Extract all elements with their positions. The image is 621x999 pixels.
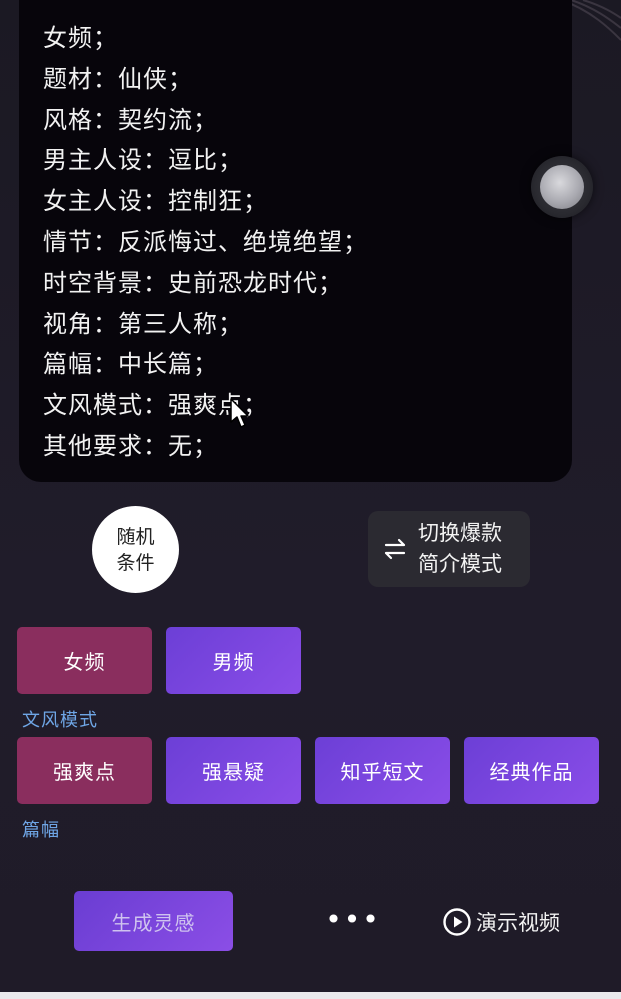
random-button-line1: 随机 xyxy=(116,525,155,548)
prompt-line-male-lead: 男主人设：逗比； xyxy=(43,146,243,175)
prompt-line-style: 风格：契约流； xyxy=(43,105,218,134)
section-label-writing-mode: 文风模式 xyxy=(22,710,98,731)
prompt-line-perspective: 视角：第三人称； xyxy=(43,309,243,338)
tag-strong-suspense-label: 强悬疑 xyxy=(202,760,265,784)
app-screen: 女频； 题材：仙侠； 风格：契约流； 男主人设：逗比； 女主人设：控制狂； 情节… xyxy=(0,0,621,999)
more-options-button[interactable]: ••• xyxy=(325,903,379,936)
tag-strong-suspense[interactable]: 强悬疑 xyxy=(166,737,301,804)
play-circle-icon xyxy=(443,908,471,936)
prompt-line-setting: 时空背景：史前恐龙时代； xyxy=(43,268,343,297)
more-dots-icon: ••• xyxy=(325,902,381,936)
random-button-line2: 条件 xyxy=(116,551,155,574)
tag-strong-thrill[interactable]: 强爽点 xyxy=(17,737,152,804)
tag-female[interactable]: 女频 xyxy=(17,627,152,694)
prompt-line-theme: 题材：仙侠； xyxy=(43,64,193,93)
floating-ball-knob xyxy=(540,165,584,209)
tag-female-label: 女频 xyxy=(63,650,106,674)
swap-arrows-icon xyxy=(384,538,406,560)
prompt-line-female-lead: 女主人设：控制狂； xyxy=(43,187,268,216)
prompt-line-audience: 女频； xyxy=(43,24,118,52)
prompt-line-length: 篇幅：中长篇； xyxy=(43,350,218,379)
switch-mode-button[interactable]: 切换爆款 简介模式 xyxy=(368,511,530,587)
tag-zhihu-short-label: 知乎短文 xyxy=(340,760,425,784)
switch-button-line2: 简介模式 xyxy=(418,552,502,576)
prompt-line-plot: 情节：反派悔过、绝境绝望； xyxy=(43,227,368,256)
tag-strong-thrill-label: 强爽点 xyxy=(53,760,116,784)
prompt-line-writing-mode: 文风模式：强爽点； xyxy=(43,391,268,420)
mouse-cursor-icon xyxy=(230,398,249,428)
tag-male-label: 男频 xyxy=(212,650,255,674)
bottom-edge-bar xyxy=(0,992,621,999)
switch-button-line1: 切换爆款 xyxy=(418,521,502,545)
section-label-length: 篇幅 xyxy=(22,820,60,841)
tag-male[interactable]: 男频 xyxy=(166,627,301,694)
random-conditions-button[interactable]: 随机 条件 xyxy=(92,506,179,593)
floating-assistive-button[interactable] xyxy=(531,156,593,218)
prompt-line-other: 其他要求：无； xyxy=(43,431,218,460)
demo-video-label: 演示视频 xyxy=(476,911,560,935)
generate-inspiration-button[interactable]: 生成灵感 xyxy=(74,891,233,951)
tag-classic-works[interactable]: 经典作品 xyxy=(464,737,599,804)
generate-button-label: 生成灵感 xyxy=(111,910,196,935)
demo-video-link[interactable]: 演示视频 xyxy=(442,905,560,939)
prompt-card[interactable]: 女频； 题材：仙侠； 风格：契约流； 男主人设：逗比； 女主人设：控制狂； 情节… xyxy=(19,0,572,482)
tag-zhihu-short[interactable]: 知乎短文 xyxy=(315,737,450,804)
tag-classic-works-label: 经典作品 xyxy=(489,760,574,784)
